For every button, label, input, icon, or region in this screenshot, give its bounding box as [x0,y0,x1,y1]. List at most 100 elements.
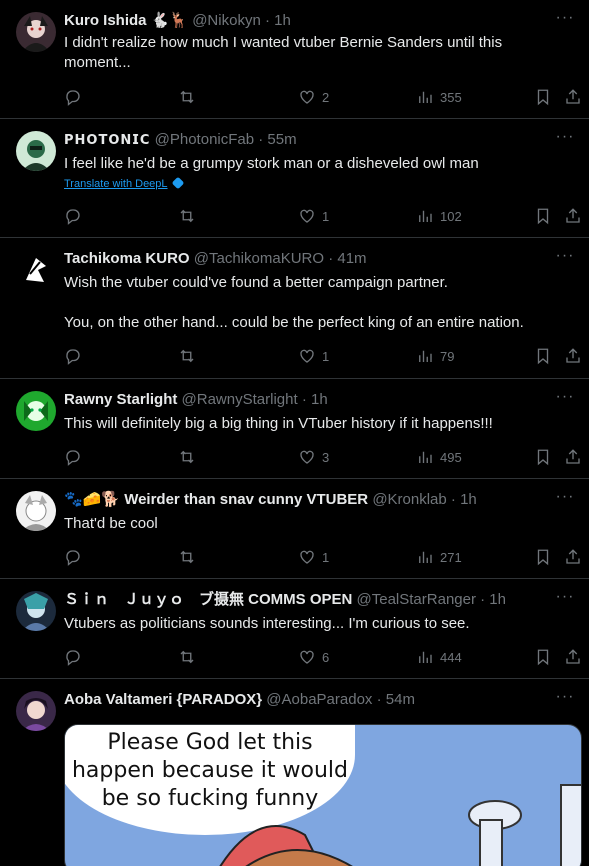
translate-link[interactable]: Translate with DeepL [64,176,184,190]
timestamp[interactable]: · 1h [265,12,291,29]
like-count: 1 [322,549,330,565]
tweet-actions: 3 495 [64,446,582,468]
retweet-button[interactable] [178,345,202,367]
tweet[interactable]: 🐾🧀🐕 Weirder than snav cunny VTUBER @Kron… [0,479,589,579]
user-handle[interactable]: @AobaParadox [266,691,372,708]
reply-button[interactable] [64,546,88,568]
share-icon [566,649,580,664]
retweet-button[interactable] [178,446,202,468]
tweet-media-image[interactable]: Please God let this happen because it wo… [64,724,582,866]
user-handle[interactable]: @TealStarRanger [357,591,476,608]
share-button[interactable] [564,646,582,668]
reply-button[interactable] [64,446,88,468]
display-name[interactable]: Ｓｉｎ Ｊｕｙｏ ブ摄無 COMMS OPEN [64,591,352,608]
display-name[interactable]: 🐾🧀🐕 Weirder than snav cunny VTUBER [64,491,368,508]
share-button[interactable] [564,205,582,227]
tweet[interactable]: Tachikoma KURO @TachikomaKURO · 41m ··· … [0,238,589,379]
like-button[interactable]: 1 [298,205,329,227]
bookmark-button[interactable] [534,646,552,668]
views-button[interactable]: 495 [416,446,462,468]
bookmark-button[interactable] [534,546,552,568]
more-options-icon[interactable]: ··· [553,487,577,511]
share-button[interactable] [564,546,582,568]
like-button[interactable]: 1 [298,546,329,568]
retweet-icon [180,209,194,223]
share-icon [566,549,580,564]
tweet[interactable]: Ｓｉｎ Ｊｕｙｏ ブ摄無 COMMS OPEN @TealStarRanger … [0,579,589,679]
retweet-button[interactable] [178,86,202,108]
like-button[interactable]: 3 [298,446,329,468]
user-handle[interactable]: @Kronklab [372,491,446,508]
more-options-icon[interactable]: ··· [553,246,577,270]
user-handle[interactable]: @Nikokyn [192,12,261,29]
retweet-button[interactable] [178,205,202,227]
retweet-button[interactable] [178,646,202,668]
timestamp[interactable]: · 1h [302,391,328,408]
share-button[interactable] [564,446,582,468]
avatar[interactable] [16,491,56,531]
tweet-actions: 1 102 [64,205,582,227]
avatar[interactable] [16,591,56,631]
avatar[interactable] [16,691,56,731]
more-options-icon[interactable]: ··· [553,587,577,611]
avatar[interactable] [16,391,56,431]
views-button[interactable]: 271 [416,546,462,568]
avatar[interactable] [16,131,56,171]
tweet[interactable]: Kuro Ishida 🐇🦌 @Nikokyn · 1h ··· I didn'… [0,0,589,119]
more-options-icon[interactable]: ··· [553,687,577,711]
views-button[interactable]: 79 [416,345,454,367]
reply-icon [66,349,80,365]
tweet-actions: 1 79 [64,345,582,367]
heart-icon [300,550,314,564]
tweet-actions: 1 271 [64,546,582,568]
user-handle[interactable]: @TachikomaKURO [194,250,324,267]
reply-button[interactable] [64,86,88,108]
view-count: 79 [440,348,455,364]
reply-button[interactable] [64,646,88,668]
reply-button[interactable] [64,205,88,227]
display-name[interactable]: 𝗣𝗛𝗢𝗧𝗢𝗡𝗜𝗖 [64,132,150,147]
like-button[interactable]: 2 [298,86,329,108]
heart-icon [300,450,314,464]
bookmark-button[interactable] [534,446,552,468]
like-count: 2 [322,89,330,105]
views-button[interactable]: 102 [416,205,462,227]
timestamp[interactable]: · 54m [377,691,415,708]
bookmark-button[interactable] [534,345,552,367]
timestamp[interactable]: · 1h [451,491,477,508]
reply-button[interactable] [64,345,88,367]
tweet-header: 🐾🧀🐕 Weirder than snav cunny VTUBER @Kron… [64,490,549,510]
tweet[interactable]: Rawny Starlight @RawnyStarlight · 1h ···… [0,379,589,479]
reply-icon [66,650,80,666]
avatar[interactable] [16,250,56,290]
retweet-button[interactable] [178,546,202,568]
more-options-icon[interactable]: ··· [553,127,577,151]
heart-icon [300,90,314,104]
tweet-text: That'd be cool [64,515,158,532]
like-button[interactable]: 1 [298,345,329,367]
tweet[interactable]: 𝗣𝗛𝗢𝗧𝗢𝗡𝗜𝗖 @PhotonicFab · 55m ··· I feel l… [0,119,589,238]
timestamp[interactable]: · 1h [480,591,506,608]
bookmark-button[interactable] [534,205,552,227]
display-name[interactable]: Aoba Valtameri {PARADOX} [64,691,262,708]
bookmark-button[interactable] [534,86,552,108]
share-button[interactable] [564,345,582,367]
more-options-icon[interactable]: ··· [553,8,577,32]
views-button[interactable]: 444 [416,646,462,668]
share-button[interactable] [564,86,582,108]
tweet-header: Kuro Ishida 🐇🦌 @Nikokyn · 1h [64,11,549,31]
tweet-header: Ｓｉｎ Ｊｕｙｏ ブ摄無 COMMS OPEN @TealStarRanger … [64,590,549,610]
avatar[interactable] [16,12,56,52]
views-button[interactable]: 355 [416,86,462,108]
timestamp[interactable]: · 41m [328,250,366,267]
display-name[interactable]: Kuro Ishida 🐇🦌 [64,12,188,29]
bookmark-icon [537,449,549,466]
user-handle[interactable]: @PhotonicFab [155,131,254,148]
more-options-icon[interactable]: ··· [553,387,577,411]
translate-label: Translate with DeepL [64,178,168,190]
display-name[interactable]: Rawny Starlight [64,391,177,408]
display-name[interactable]: Tachikoma KURO [64,250,190,267]
timestamp[interactable]: · 55m [258,131,296,148]
user-handle[interactable]: @RawnyStarlight [182,391,298,408]
like-button[interactable]: 6 [298,646,329,668]
